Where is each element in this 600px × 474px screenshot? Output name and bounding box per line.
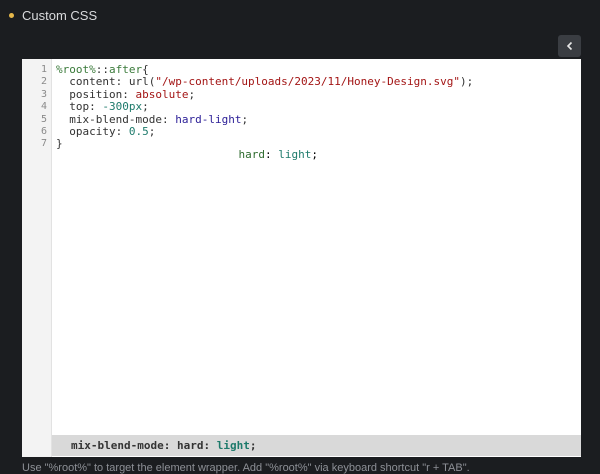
line-number: 1 (40, 64, 47, 75)
editor-status-bar: mix-blend-mode: hard: light; (52, 435, 581, 456)
code-token: content: url( (56, 75, 156, 89)
code-token: { (142, 63, 149, 76)
hint-end: ; (311, 148, 318, 161)
panel-title: Custom CSS (22, 8, 98, 23)
panel-header[interactable]: Custom CSS (0, 0, 600, 32)
line-number: 6 (40, 126, 47, 137)
status-prop: mix-blend-mode: hard (71, 439, 204, 452)
code-token: ); (459, 75, 474, 89)
line-number: 3 (40, 88, 47, 100)
code-line[interactable]: content: url("/wp-content/uploads/2023/1… (56, 75, 473, 88)
line-number-gutter: 1234567 (22, 59, 52, 457)
code-token: opacity: (56, 125, 129, 138)
hint-prop: hard (238, 148, 266, 161)
status-text: mix-blend-mode: hard: light; (71, 439, 256, 452)
code-token: -300px (102, 100, 143, 114)
line-number: 2 (40, 76, 47, 88)
code-token: %root% (56, 63, 96, 76)
code-line[interactable]: opacity: 0.5; (56, 125, 155, 138)
help-text: Use "%root%" to target the element wrapp… (22, 462, 470, 474)
css-code-editor[interactable]: 1234567 %root%::after{ content: url("/wp… (22, 59, 581, 457)
code-token: ; (148, 125, 156, 138)
status-value: light (216, 439, 250, 452)
hint-value: light (278, 148, 312, 161)
code-token: position: (56, 87, 136, 101)
status-sep: : (203, 439, 217, 452)
line-number: 5 (40, 113, 47, 125)
code-token: absolute (135, 87, 189, 101)
code-line[interactable]: %root%::after{ (56, 63, 149, 76)
collapse-button[interactable] (558, 35, 581, 57)
autocomplete-hint[interactable]: hard: light; (212, 135, 319, 174)
chevron-left-icon (566, 41, 572, 51)
code-token: ; (142, 100, 149, 114)
code-token: ; (241, 112, 249, 126)
code-line[interactable]: mix-blend-mode: hard-light; (56, 113, 248, 126)
line-number: 4 (40, 101, 47, 113)
line-number: 7 (40, 138, 47, 150)
code-token: } (56, 137, 63, 151)
code-line[interactable]: top: -300px; (56, 100, 149, 113)
code-token: "/wp-content/uploads/2023/11/Honey-Desig… (155, 75, 460, 89)
code-token: top: (56, 100, 103, 114)
status-end: ; (249, 439, 257, 452)
code-token: :: (95, 63, 109, 76)
code-line[interactable]: } (56, 137, 63, 150)
bullet-dot-icon (9, 13, 14, 18)
code-token: ; (188, 87, 196, 101)
code-token: mix-blend-mode: (56, 112, 176, 126)
code-token: 0.5 (128, 125, 149, 138)
code-token: after (109, 63, 143, 76)
hint-sep: : (265, 148, 279, 161)
code-line[interactable]: position: absolute; (56, 88, 195, 101)
code-token: hard-light (175, 112, 242, 126)
